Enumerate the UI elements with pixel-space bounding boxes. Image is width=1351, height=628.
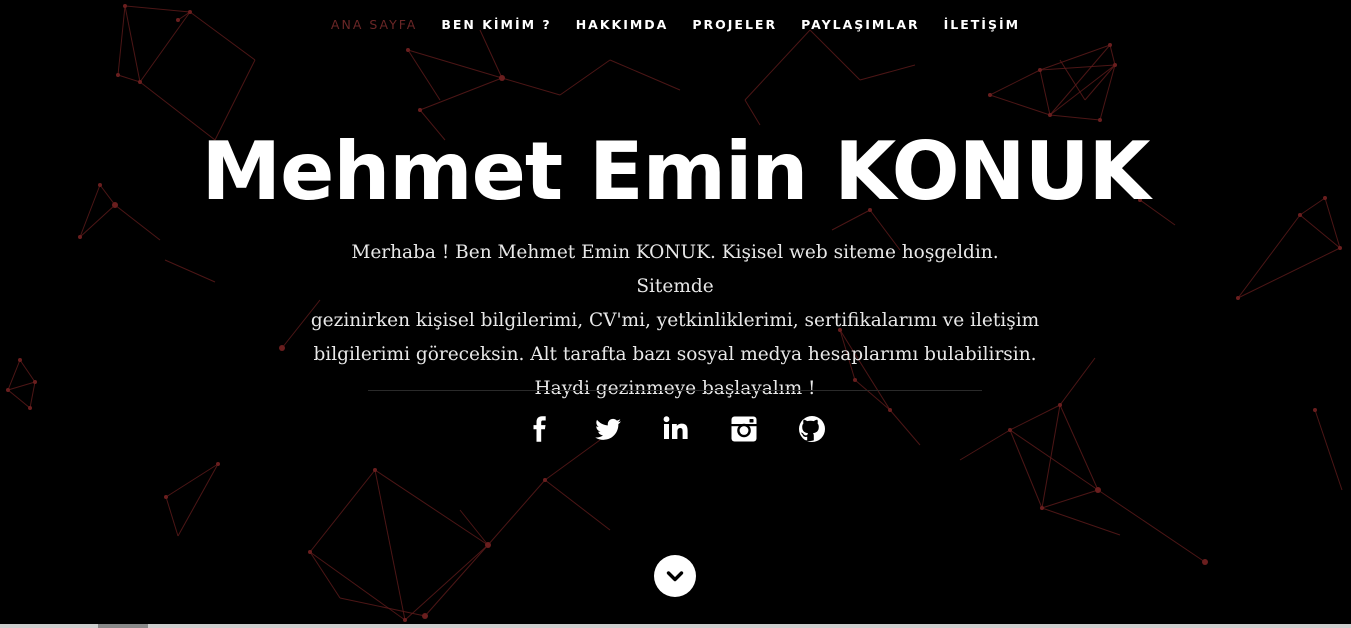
intro-line: Merhaba ! Ben Mehmet Emin KONUK. Kişisel… [351, 242, 999, 297]
nav-item-hakkimda[interactable]: HAKKIMDA [564, 16, 681, 34]
nav-item-iletisim[interactable]: İLETİŞİM [932, 16, 1032, 34]
nav-item-ana-sayfa[interactable]: ANA SAYFA [319, 16, 429, 34]
instagram-link[interactable] [727, 412, 761, 446]
nav-item-projeler[interactable]: PROJELER [680, 16, 789, 34]
intro-text: Merhaba ! Ben Mehmet Emin KONUK. Kişisel… [310, 236, 1040, 406]
page-title: Mehmet Emin KONUK [201, 125, 1150, 218]
social-links [0, 412, 1351, 446]
linkedin-icon [663, 416, 688, 439]
main-navigation: ANA SAYFA BEN KİMİM ? HAKKIMDA PROJELER … [0, 16, 1351, 34]
github-icon [798, 416, 825, 442]
intro-line: bilgilerimi göreceksin. Alt tarafta bazı… [313, 344, 1037, 365]
linkedin-link[interactable] [659, 412, 693, 446]
facebook-link[interactable] [523, 412, 557, 446]
twitter-link[interactable] [591, 412, 625, 446]
instagram-icon [731, 416, 756, 442]
twitter-icon [594, 418, 621, 440]
github-link[interactable] [795, 412, 829, 446]
scroll-down-button[interactable] [654, 555, 696, 597]
horizontal-scrollbar[interactable] [0, 624, 1351, 628]
chevron-down-icon [666, 571, 684, 582]
facebook-icon [533, 416, 546, 442]
hero-section: ANA SAYFA BEN KİMİM ? HAKKIMDA PROJELER … [0, 0, 1351, 628]
scrollbar-thumb[interactable] [98, 624, 148, 628]
nav-item-ben-kimim[interactable]: BEN KİMİM ? [429, 16, 563, 34]
intro-line: Haydi gezinmeye başlayalım ! [534, 378, 816, 399]
divider [368, 390, 982, 391]
intro-line: gezinirken kişisel bilgilerimi, CV'mi, y… [310, 310, 1040, 331]
nav-item-paylasimlar[interactable]: PAYLAŞIMLAR [789, 16, 932, 34]
